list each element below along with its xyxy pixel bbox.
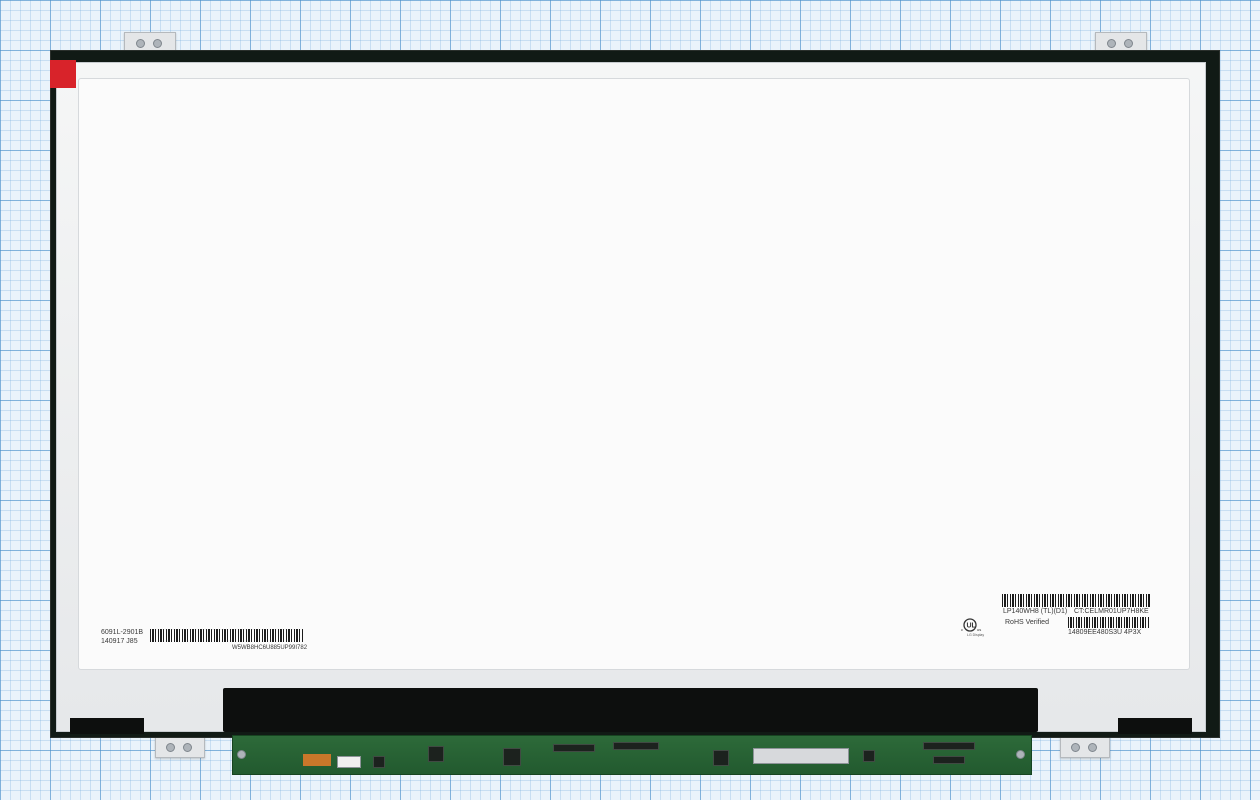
bottom-left-black-strip — [70, 718, 144, 734]
lvds-connector — [753, 748, 849, 764]
left-barcode — [150, 629, 304, 642]
screw-hole-icon — [166, 743, 175, 752]
svg-text:us: us — [977, 627, 981, 632]
driver-pcb-board — [232, 735, 1032, 775]
bottom-right-black-strip — [1118, 718, 1192, 734]
model-barcode — [1002, 594, 1150, 607]
flex-cable-orange — [303, 754, 331, 766]
part-number-label: 6091L-2901B — [101, 629, 144, 636]
model-label: LP140WH8 (TL)(D1) — [1003, 608, 1068, 615]
screw-hole-icon — [153, 39, 162, 48]
pcb-chip — [923, 742, 975, 750]
ct-code-label: CT:CELMR01UP7H8KE — [1074, 608, 1149, 615]
screw-hole-icon — [136, 39, 145, 48]
pcb-chip — [933, 756, 965, 764]
screw-hole-icon — [1071, 743, 1080, 752]
screw-hole-icon — [1016, 750, 1025, 759]
date-code-label: 140917 J85 — [101, 638, 138, 645]
pcb-chip — [553, 744, 595, 752]
svg-text:c: c — [961, 627, 963, 632]
pcb-sticker — [337, 756, 361, 768]
bottom-center-black-strip — [223, 688, 1038, 732]
pcb-chip — [863, 750, 875, 762]
red-tape-tab — [50, 60, 76, 88]
rohs-label: RoHS Verified — [1005, 619, 1049, 626]
left-barcode-text: W5WB8HC6U885UP99I782 — [232, 645, 308, 651]
serial-label: 14809EE480S3U 4P3X — [1068, 629, 1142, 636]
ul-certification-icon: UL c us LG Display — [961, 617, 995, 637]
pcb-chip — [613, 742, 659, 750]
pcb-chip — [428, 746, 444, 762]
screw-hole-icon — [237, 750, 246, 759]
screw-hole-icon — [1124, 39, 1133, 48]
serial-barcode — [1068, 617, 1150, 628]
svg-text:LG Display: LG Display — [967, 633, 984, 637]
pcb-chip — [503, 748, 521, 766]
screw-hole-icon — [1088, 743, 1097, 752]
pcb-chip — [373, 756, 385, 768]
screw-hole-icon — [183, 743, 192, 752]
display-panel — [78, 78, 1190, 670]
svg-text:UL: UL — [967, 623, 977, 630]
pcb-chip — [713, 750, 729, 766]
screw-hole-icon — [1107, 39, 1116, 48]
